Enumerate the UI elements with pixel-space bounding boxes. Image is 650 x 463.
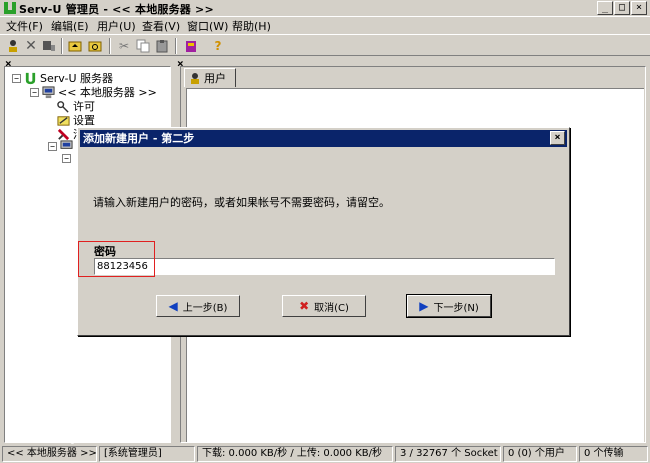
serv-u-logo-icon <box>4 2 16 14</box>
refresh-icon[interactable] <box>87 38 103 54</box>
activity-icon <box>57 128 70 140</box>
watermark: www.eduyo.com <box>6 432 121 445</box>
status-transfers: 0 个传输 <box>579 446 648 462</box>
status-users: 0 (0) 个用户 <box>503 446 577 462</box>
tree-domain[interactable]: − <box>48 140 76 153</box>
menu-window[interactable]: 窗口(W) <box>187 18 228 34</box>
dialog-close-button[interactable]: × <box>550 131 565 145</box>
back-button-label: 上一步(B) <box>182 302 228 314</box>
menu-user[interactable]: 用户(U) <box>97 18 136 34</box>
user-icon <box>191 73 199 84</box>
status-sockets: 3 / 32767 个 Socket <box>395 446 501 462</box>
password-field[interactable] <box>94 258 555 275</box>
add-user-dialog: 添加新建用户 - 第二步 × 请输入新建用户的密码，或者如果帐号不需要密码，请留… <box>77 127 570 336</box>
dialog-title: 添加新建用户 - 第二步 <box>83 132 195 145</box>
cut-icon[interactable]: ✂ <box>116 38 132 54</box>
minimize-button[interactable]: _ <box>597 1 613 15</box>
computer-icon <box>42 85 55 98</box>
copy-icon[interactable] <box>135 38 151 54</box>
collapse-icon[interactable]: − <box>62 154 71 163</box>
status-speed: 下载: 0.000 KB/秒 / 上传: 0.000 KB/秒 <box>197 446 393 462</box>
menu-bar: 文件(F) 编辑(E) 用户(U) 查看(V) 窗口(W) 帮助(H) <box>0 17 650 33</box>
folder-up-icon[interactable] <box>67 38 83 54</box>
collapse-icon[interactable]: − <box>30 87 39 97</box>
book-icon[interactable] <box>183 38 199 54</box>
connect-icon[interactable] <box>41 38 57 54</box>
next-button-label: 下一步(N) <box>433 302 479 314</box>
menu-view[interactable]: 查看(V) <box>142 18 180 34</box>
tree-users-node[interactable]: − <box>62 154 74 163</box>
menu-file[interactable]: 文件(F) <box>6 18 43 34</box>
status-server: << 本地服务器 >> <box>2 446 97 462</box>
key-icon <box>57 100 69 113</box>
menu-help[interactable]: 帮助(H) <box>232 18 271 34</box>
menu-edit[interactable]: 编辑(E) <box>51 18 89 34</box>
tab-users[interactable]: 用户 <box>184 68 236 87</box>
paste-icon[interactable] <box>154 38 170 54</box>
cancel-button[interactable]: ✖ 取消(C) <box>282 295 366 317</box>
back-button[interactable]: ◀ 上一步(B) <box>156 295 240 317</box>
cancel-button-label: 取消(C) <box>314 302 349 314</box>
status-role: [系统管理员] <box>99 446 195 462</box>
arrow-right-icon: ▶ <box>419 299 429 313</box>
delete-icon[interactable]: ✕ <box>23 38 39 54</box>
arrow-left-icon: ◀ <box>168 299 178 313</box>
next-button[interactable]: ▶ 下一步(N) <box>406 294 492 318</box>
title-bar: Serv-U 管理员 - << 本地服务器 >> _ □ × <box>0 0 650 17</box>
status-bar: << 本地服务器 >> [系统管理员] 下载: 0.000 KB/秒 / 上传:… <box>0 445 650 463</box>
tab-label: 用户 <box>204 72 226 85</box>
close-button[interactable]: × <box>631 1 647 15</box>
maximize-button[interactable]: □ <box>614 1 630 15</box>
window-title: Serv-U 管理员 - << 本地服务器 >> <box>19 3 214 16</box>
collapse-icon[interactable]: − <box>48 142 57 151</box>
dialog-message: 请输入新建用户的密码，或者如果帐号不需要密码，请留空。 <box>93 196 390 209</box>
serv-u-logo-icon <box>25 72 36 84</box>
domain-icon <box>60 140 73 149</box>
dialog-title-bar: 添加新建用户 - 第二步 × <box>80 130 567 147</box>
help-icon[interactable]: ? <box>210 38 226 54</box>
collapse-icon[interactable]: − <box>12 73 21 83</box>
x-icon: ✖ <box>299 299 310 313</box>
toolbar: ✕ ✂ ? <box>0 34 650 56</box>
user-icon[interactable] <box>5 38 21 54</box>
annotation-highlight <box>78 241 155 277</box>
settings-icon <box>57 115 70 126</box>
